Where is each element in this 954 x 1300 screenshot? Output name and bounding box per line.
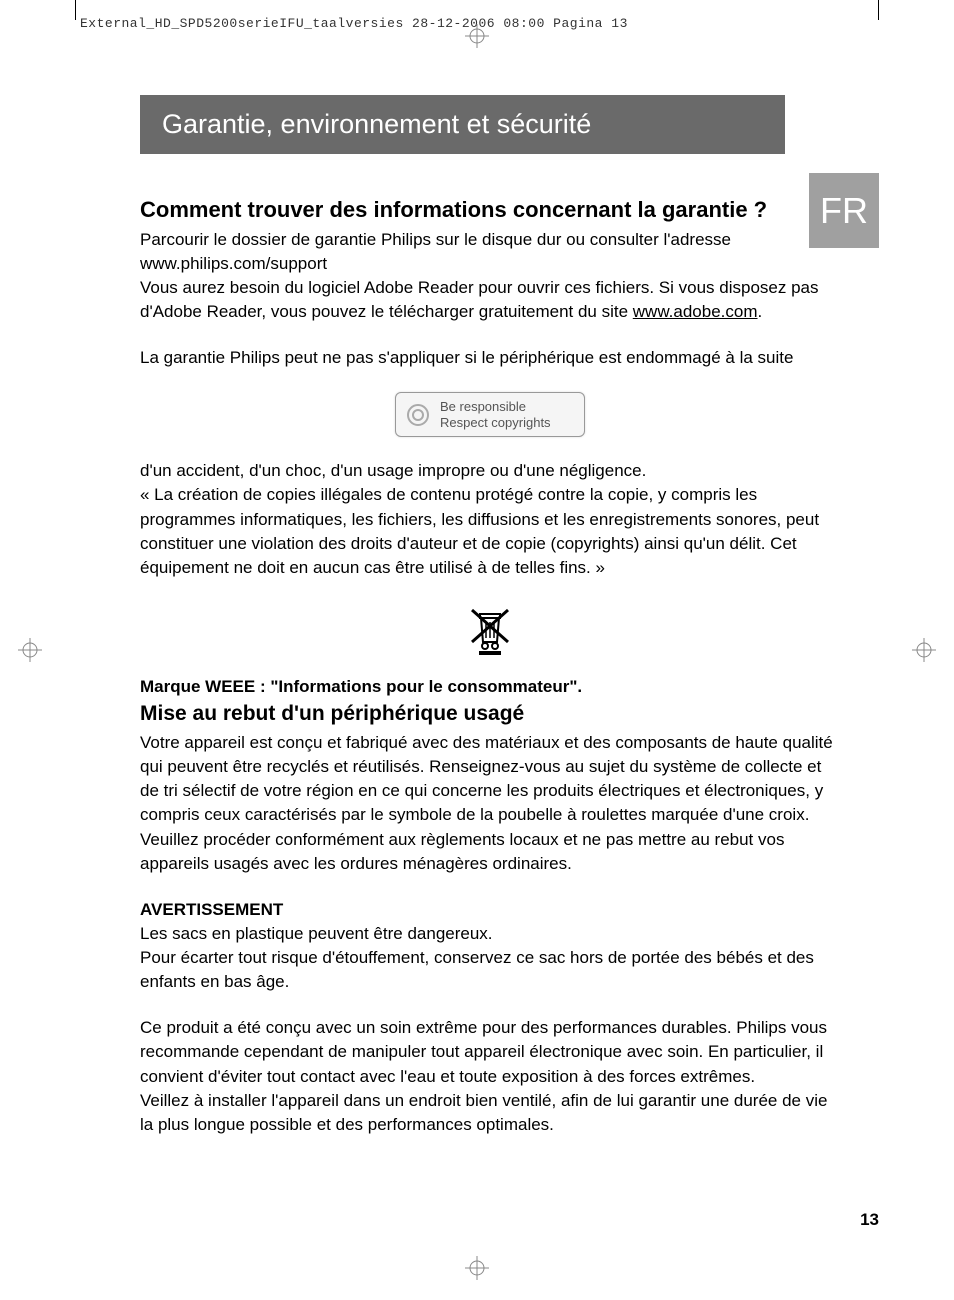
body-content: Comment trouver des informations concern…	[140, 196, 840, 1137]
disposal-heading: Mise au rebut d'un périphérique usagé	[140, 699, 840, 729]
crop-mark-left	[75, 0, 76, 20]
weee-bin-icon	[466, 604, 514, 663]
page-content: Garantie, environnement et sécurité FR C…	[140, 95, 879, 1230]
warranty-p2: Vous aurez besoin du logiciel Adobe Read…	[140, 276, 840, 324]
copyright-circle-icon	[406, 403, 430, 427]
warning-p2: Pour écarter tout risque d'étouffement, …	[140, 946, 840, 994]
page-number: 13	[860, 1210, 879, 1230]
copyright-notice: « La création de copies illégales de con…	[140, 483, 840, 580]
copyright-line2: Respect copyrights	[440, 415, 551, 430]
copyright-badge: Be responsible Respect copyrights	[395, 392, 585, 437]
weee-p2: Veuillez procéder conformément aux règle…	[140, 828, 840, 876]
warranty-p3: La garantie Philips peut ne pas s'appliq…	[140, 346, 840, 370]
section-title-bar: Garantie, environnement et sécurité	[140, 95, 785, 154]
weee-p1: Votre appareil est conçu et fabriqué ave…	[140, 731, 840, 828]
warranty-heading: Comment trouver des informations concern…	[140, 196, 840, 224]
warning-p4: Veillez à installer l'appareil dans un e…	[140, 1089, 840, 1137]
warning-p1: Les sacs en plastique peuvent être dange…	[140, 922, 840, 946]
registration-mark-top-icon	[465, 24, 489, 48]
registration-mark-left-icon	[18, 638, 42, 662]
print-header-info: External_HD_SPD5200serieIFU_taalversies …	[80, 16, 628, 31]
copyright-text: Be responsible Respect copyrights	[440, 399, 551, 430]
language-tab: FR	[809, 173, 879, 248]
registration-mark-bottom-icon	[465, 1256, 489, 1280]
damage-p1: d'un accident, d'un choc, d'un usage imp…	[140, 459, 840, 483]
weee-label: Marque WEEE : "Informations pour le cons…	[140, 675, 840, 699]
warranty-p1: Parcourir le dossier de garantie Philips…	[140, 228, 840, 276]
crop-mark-right	[878, 0, 879, 20]
registration-mark-right-icon	[912, 638, 936, 662]
warning-heading: AVERTISSEMENT	[140, 898, 840, 922]
warning-p3: Ce produit a été conçu avec un soin extr…	[140, 1016, 840, 1088]
copyright-line1: Be responsible	[440, 399, 526, 414]
adobe-link[interactable]: www.adobe.com	[633, 302, 758, 321]
warranty-p2-text-b: .	[758, 302, 763, 321]
